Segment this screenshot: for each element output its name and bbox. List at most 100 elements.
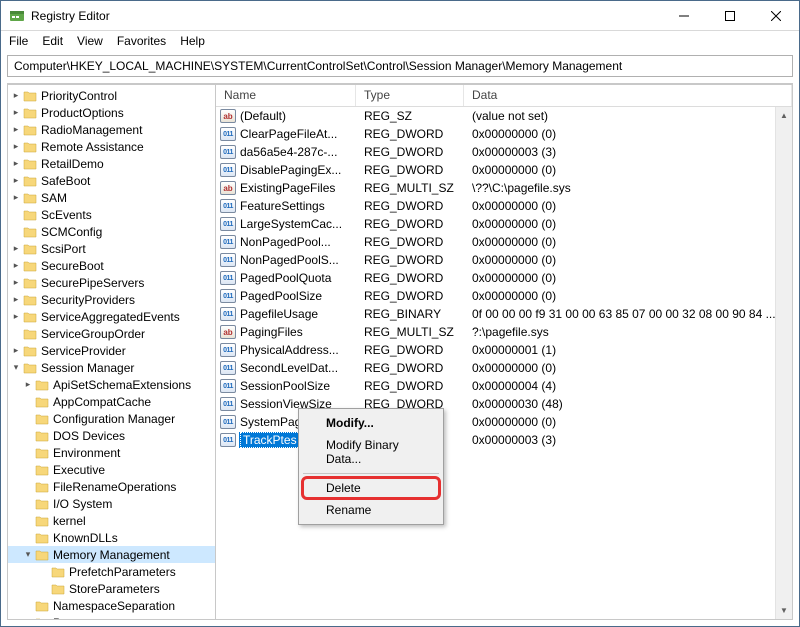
tree-item[interactable]: ▸ SAM <box>8 189 215 206</box>
tree-item[interactable]: AppCompatCache <box>8 393 215 410</box>
maximize-button[interactable] <box>707 1 753 30</box>
address-bar[interactable]: Computer\HKEY_LOCAL_MACHINE\SYSTEM\Curre… <box>7 55 793 77</box>
scroll-up-icon[interactable]: ▲ <box>776 107 792 124</box>
tree-item[interactable]: ▸SecureBoot <box>8 257 215 274</box>
tree-item[interactable]: ▸ApiSetSchemaExtensions <box>8 376 215 393</box>
tree-item[interactable]: ▸Remote Assistance <box>8 138 215 155</box>
scroll-down-icon[interactable]: ▼ <box>776 602 792 619</box>
folder-icon <box>35 498 49 510</box>
chevron-right-icon[interactable]: ▸ <box>10 141 22 153</box>
value-data: 0x00000000 (0) <box>464 271 792 285</box>
chevron-right-icon[interactable]: ▸ <box>10 192 22 204</box>
tree-item[interactable]: ▾Session Manager <box>8 359 215 376</box>
chevron-right-icon[interactable]: ▸ <box>10 90 22 102</box>
context-menu-rename[interactable]: Rename <box>302 499 440 521</box>
minimize-button[interactable] <box>661 1 707 30</box>
value-data: 0x00000000 (0) <box>464 253 792 267</box>
titlebar[interactable]: Registry Editor <box>1 1 799 31</box>
tree-item[interactable]: FileRenameOperations <box>8 478 215 495</box>
tree-item[interactable]: SCMConfig <box>8 223 215 240</box>
value-row[interactable]: PagedPoolQuotaREG_DWORD0x00000000 (0) <box>216 269 792 287</box>
value-list[interactable]: (Default)REG_SZ(value not set)ClearPageF… <box>216 107 792 619</box>
value-row[interactable]: da56a5e4-287c-...REG_DWORD0x00000003 (3) <box>216 143 792 161</box>
value-type: REG_DWORD <box>356 127 464 141</box>
tree-item[interactable]: ScEvents <box>8 206 215 223</box>
tree-item[interactable]: KnownDLLs <box>8 529 215 546</box>
value-type: REG_MULTI_SZ <box>356 325 464 339</box>
tree-item[interactable]: ServiceGroupOrder <box>8 325 215 342</box>
value-name-cell: FeatureSettings <box>216 199 356 213</box>
key-tree[interactable]: ▸PriorityControl▸ProductOptions▸RadioMan… <box>7 84 215 620</box>
menu-help[interactable]: Help <box>180 34 205 48</box>
value-row[interactable]: SessionPoolSizeREG_DWORD0x00000004 (4) <box>216 377 792 395</box>
value-name: da56a5e4-287c-... <box>240 145 337 159</box>
chevron-right-icon[interactable]: ▸ <box>10 294 22 306</box>
value-row[interactable]: NonPagedPool...REG_DWORD0x00000000 (0) <box>216 233 792 251</box>
tree-item-label: ServiceGroupOrder <box>41 327 145 341</box>
tree-item[interactable]: ▸RetailDemo <box>8 155 215 172</box>
tree-item[interactable]: ▸ScsiPort <box>8 240 215 257</box>
menu-view[interactable]: View <box>77 34 103 48</box>
tree-item[interactable]: StoreParameters <box>8 580 215 597</box>
tree-item[interactable]: ▸ProductOptions <box>8 104 215 121</box>
chevron-down-icon[interactable]: ▾ <box>10 362 22 374</box>
column-type[interactable]: Type <box>356 85 464 106</box>
tree-item[interactable]: NamespaceSeparation <box>8 597 215 614</box>
chevron-right-icon[interactable]: ▸ <box>10 260 22 272</box>
vertical-scrollbar[interactable]: ▲ ▼ <box>775 107 792 619</box>
value-row[interactable]: FeatureSettingsREG_DWORD0x00000000 (0) <box>216 197 792 215</box>
value-data: 0f 00 00 00 f9 31 00 00 63 85 07 00 00 3… <box>464 307 792 321</box>
tree-item[interactable]: ▸ServiceAggregatedEvents <box>8 308 215 325</box>
tree-item[interactable]: ▸PriorityControl <box>8 87 215 104</box>
tree-item-label: SAM <box>41 191 67 205</box>
value-row[interactable]: PagedPoolSizeREG_DWORD0x00000000 (0) <box>216 287 792 305</box>
chevron-down-icon[interactable]: ▾ <box>22 549 34 561</box>
menu-favorites[interactable]: Favorites <box>117 34 166 48</box>
value-row[interactable]: PhysicalAddress...REG_DWORD0x00000001 (1… <box>216 341 792 359</box>
menu-edit[interactable]: Edit <box>42 34 63 48</box>
value-row[interactable]: PagingFilesREG_MULTI_SZ?:\pagefile.sys <box>216 323 792 341</box>
tree-item[interactable]: I/O System <box>8 495 215 512</box>
tree-item[interactable]: PrefetchParameters <box>8 563 215 580</box>
chevron-right-icon[interactable]: ▸ <box>10 175 22 187</box>
value-row[interactable]: SecondLevelDat...REG_DWORD0x00000000 (0) <box>216 359 792 377</box>
value-row[interactable]: ExistingPageFilesREG_MULTI_SZ\??\C:\page… <box>216 179 792 197</box>
tree-item[interactable]: Executive <box>8 461 215 478</box>
value-row[interactable]: PagefileUsageREG_BINARY0f 00 00 00 f9 31… <box>216 305 792 323</box>
tree-item[interactable]: Configuration Manager <box>8 410 215 427</box>
chevron-right-icon[interactable]: ▸ <box>10 345 22 357</box>
chevron-right-icon[interactable]: ▸ <box>10 243 22 255</box>
tree-item[interactable]: ▸SafeBoot <box>8 172 215 189</box>
tree-item[interactable]: DOS Devices <box>8 427 215 444</box>
context-menu-modify[interactable]: Modify... <box>302 412 440 434</box>
menu-file[interactable]: File <box>9 34 28 48</box>
value-row[interactable]: DisablePagingEx...REG_DWORD0x00000000 (0… <box>216 161 792 179</box>
chevron-right-icon[interactable]: ▸ <box>10 277 22 289</box>
value-row[interactable]: (Default)REG_SZ(value not set) <box>216 107 792 125</box>
tree-item[interactable]: Power <box>8 614 215 620</box>
chevron-right-icon[interactable]: ▸ <box>10 107 22 119</box>
close-button[interactable] <box>753 1 799 30</box>
tree-item[interactable]: kernel <box>8 512 215 529</box>
tree-item[interactable]: ▸RadioManagement <box>8 121 215 138</box>
context-menu-modify-binary[interactable]: Modify Binary Data... <box>302 434 440 470</box>
value-row[interactable]: NonPagedPoolS...REG_DWORD0x00000000 (0) <box>216 251 792 269</box>
column-data[interactable]: Data <box>464 85 792 106</box>
value-data: 0x00000000 (0) <box>464 361 792 375</box>
chevron-right-icon[interactable]: ▸ <box>10 124 22 136</box>
column-name[interactable]: Name <box>216 85 356 106</box>
tree-item[interactable]: ▸ServiceProvider <box>8 342 215 359</box>
tree-item[interactable]: ▾Memory Management <box>8 546 215 563</box>
tree-item-label: KnownDLLs <box>53 531 118 545</box>
tree-item[interactable]: ▸SecurePipeServers <box>8 274 215 291</box>
value-name: PagedPoolQuota <box>240 271 331 285</box>
context-menu-delete[interactable]: Delete <box>302 477 440 499</box>
value-row[interactable]: ClearPageFileAt...REG_DWORD0x00000000 (0… <box>216 125 792 143</box>
chevron-right-icon[interactable]: ▸ <box>10 311 22 323</box>
tree-item[interactable]: Environment <box>8 444 215 461</box>
tree-item[interactable]: ▸SecurityProviders <box>8 291 215 308</box>
chevron-right-icon[interactable]: ▸ <box>10 158 22 170</box>
chevron-right-icon[interactable]: ▸ <box>22 379 34 391</box>
list-header[interactable]: Name Type Data <box>216 85 792 107</box>
value-row[interactable]: LargeSystemCac...REG_DWORD0x00000000 (0) <box>216 215 792 233</box>
